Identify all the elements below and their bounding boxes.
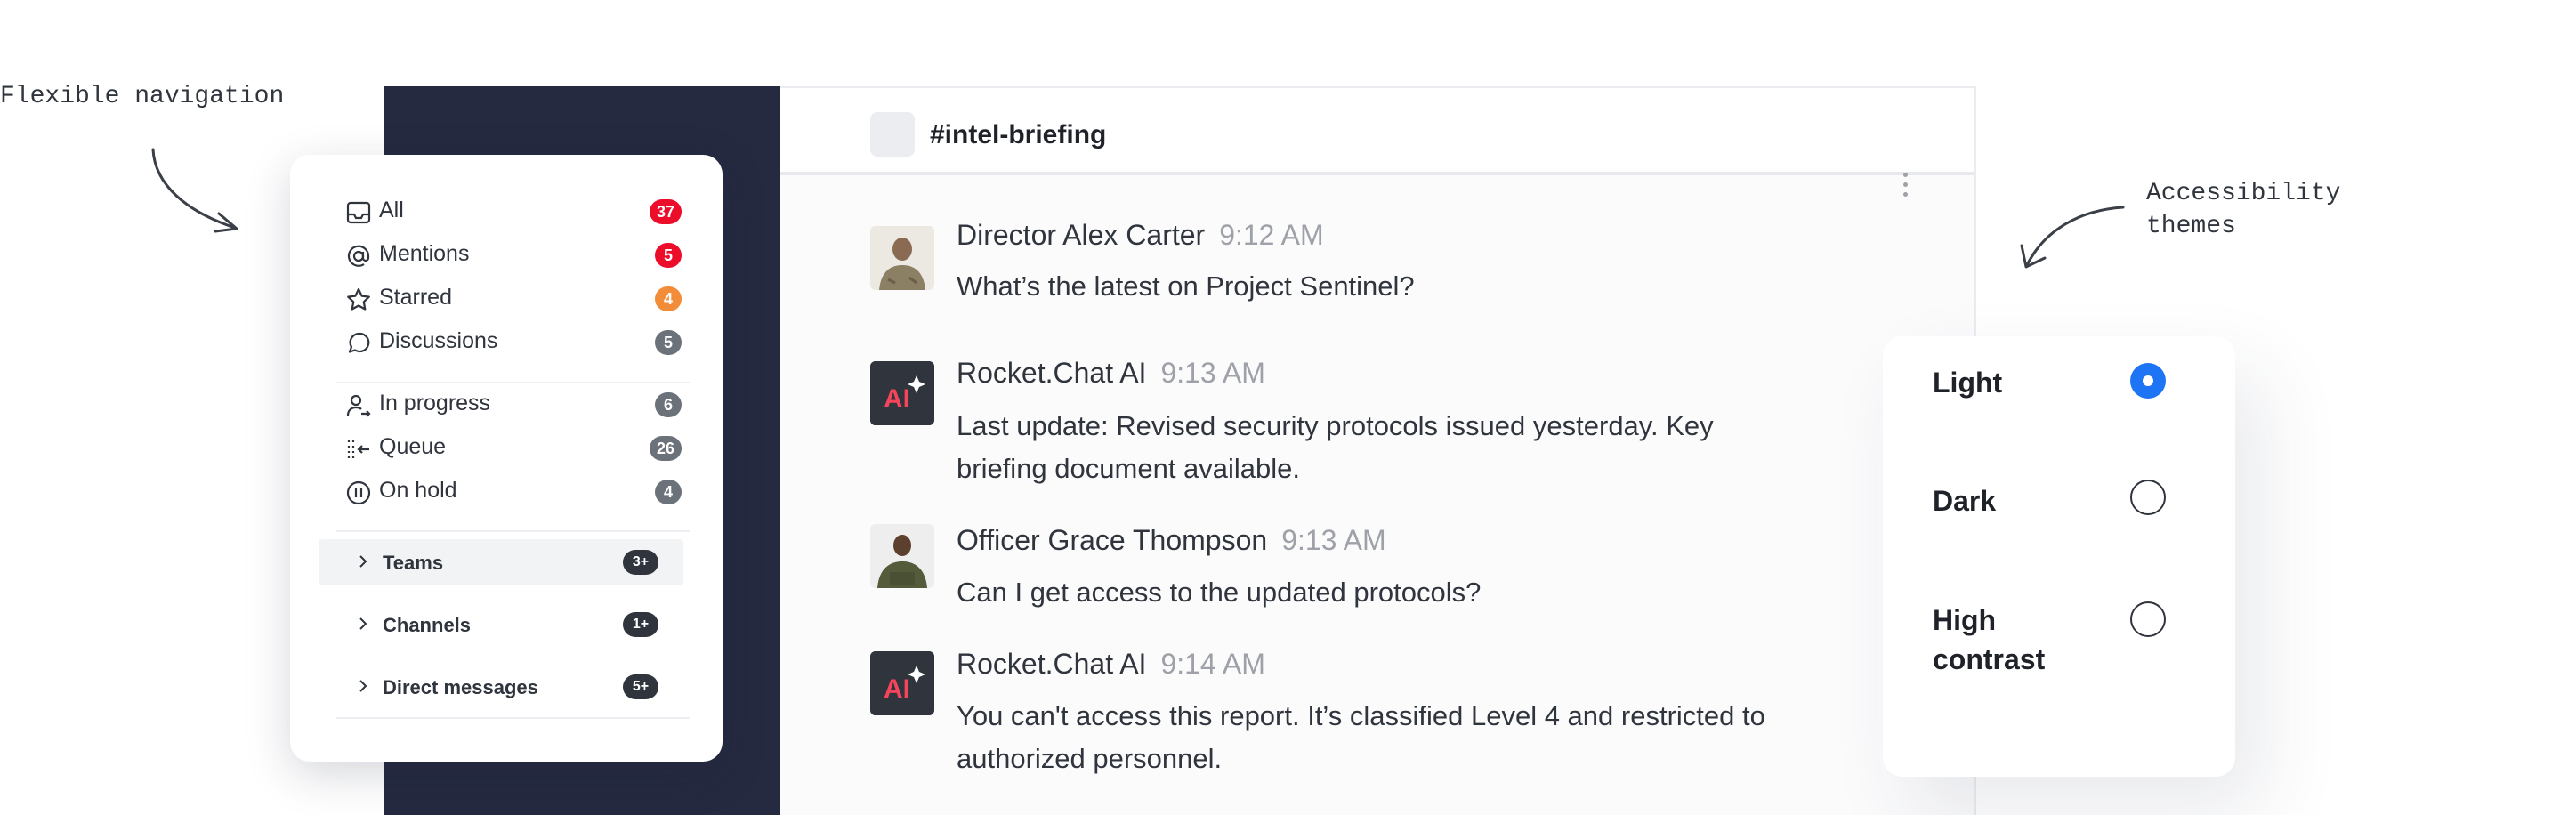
message-author[interactable]: Director Alex Carter 9:12 AM xyxy=(957,219,1324,252)
divider xyxy=(336,717,690,719)
room-header: #intel-briefing xyxy=(780,88,1974,175)
kebab-menu-icon[interactable] xyxy=(1902,173,1909,203)
star-icon xyxy=(347,287,370,311)
status-badge: 6 xyxy=(655,392,682,417)
nav-item-starred[interactable]: Starred 4 xyxy=(345,281,682,317)
status-badge: 5+ xyxy=(623,674,658,699)
nav-item-discussions[interactable]: Discussions 5 xyxy=(345,325,682,360)
svg-text:AI: AI xyxy=(884,384,910,414)
room-panel: #intel-briefing Director Alex Carter 9:12… xyxy=(780,86,1976,815)
high-contrast-radio[interactable] xyxy=(2130,601,2166,637)
nav-item-queue[interactable]: Queue 26 xyxy=(345,431,682,466)
nav-group-direct-messages[interactable]: Direct messages 5+ xyxy=(319,664,683,710)
navigation-annotation: Flexible navigation xyxy=(0,83,285,110)
message-time: 9:13 AM xyxy=(1160,357,1265,389)
message-time: 9:14 AM xyxy=(1160,648,1265,680)
theme-option-dark[interactable]: Dark xyxy=(1933,481,2084,520)
navigation-card: All 37 Mentions 5 Starred 4 Discussions … xyxy=(290,155,723,762)
user-progress-icon xyxy=(346,394,371,417)
message-author[interactable]: Officer Grace Thompson 9:13 AM xyxy=(957,524,1386,557)
status-badge: 37 xyxy=(649,199,682,224)
nav-group-teams[interactable]: Teams 3+ xyxy=(319,539,683,585)
chevron-right-icon xyxy=(359,555,367,568)
avatar[interactable] xyxy=(870,226,934,290)
message-body: You can't access this report. It’s class… xyxy=(957,700,1765,774)
nav-item-on-hold[interactable]: On hold 4 xyxy=(345,474,682,510)
ai-avatar-icon[interactable]: AI xyxy=(870,361,934,425)
navigation-arrow-icon xyxy=(151,148,238,233)
message-author[interactable]: Rocket.Chat AI 9:13 AM xyxy=(957,357,1265,390)
nav-item-in-progress[interactable]: In progress 6 xyxy=(345,387,682,423)
themes-arrow-icon xyxy=(2020,206,2125,269)
pause-icon xyxy=(346,480,371,505)
message-body: Last update: Revised security protocols … xyxy=(957,410,1714,484)
chevron-right-icon xyxy=(359,617,367,630)
avatar[interactable] xyxy=(870,524,934,588)
nav-group-channels[interactable]: Channels 1+ xyxy=(319,601,683,648)
dark-radio[interactable] xyxy=(2130,480,2166,515)
room-title[interactable]: #intel-briefing xyxy=(930,120,1106,150)
message-time: 9:12 AM xyxy=(1219,219,1324,251)
status-badge: 5 xyxy=(655,243,682,268)
message-body: Can I get access to the updated protocol… xyxy=(957,577,1482,608)
status-badge: 4 xyxy=(655,480,682,504)
svg-text:AI: AI xyxy=(884,674,910,704)
chevron-right-icon xyxy=(359,680,367,692)
light-radio[interactable] xyxy=(2130,363,2166,399)
status-badge: 26 xyxy=(649,436,682,461)
status-badge: 3+ xyxy=(623,550,658,575)
nav-item-all[interactable]: All 37 xyxy=(345,194,682,230)
divider xyxy=(336,382,690,383)
divider xyxy=(336,530,690,532)
queue-icon xyxy=(347,440,369,458)
nav-item-mentions[interactable]: Mentions 5 xyxy=(345,238,682,273)
message-author[interactable]: Rocket.Chat AI 9:14 AM xyxy=(957,648,1265,681)
discussion-icon xyxy=(348,332,370,353)
theme-option-high-contrast[interactable]: High contrast xyxy=(1933,601,2084,679)
theme-card: Light Dark High contrast xyxy=(1883,336,2235,777)
themes-annotation: Accessibility themes xyxy=(2146,180,2341,240)
inbox-icon xyxy=(346,201,371,224)
theme-option-light[interactable]: Light xyxy=(1933,363,2084,402)
status-badge: 4 xyxy=(655,286,682,311)
status-badge: 1+ xyxy=(623,612,658,637)
message-body: What’s the latest on Project Sentinel? xyxy=(957,270,1415,302)
at-icon xyxy=(347,245,370,267)
ai-avatar-icon[interactable]: AI xyxy=(870,651,934,715)
message-time: 9:13 AM xyxy=(1281,524,1386,556)
room-avatar[interactable] xyxy=(870,112,915,157)
status-badge: 5 xyxy=(655,330,682,355)
